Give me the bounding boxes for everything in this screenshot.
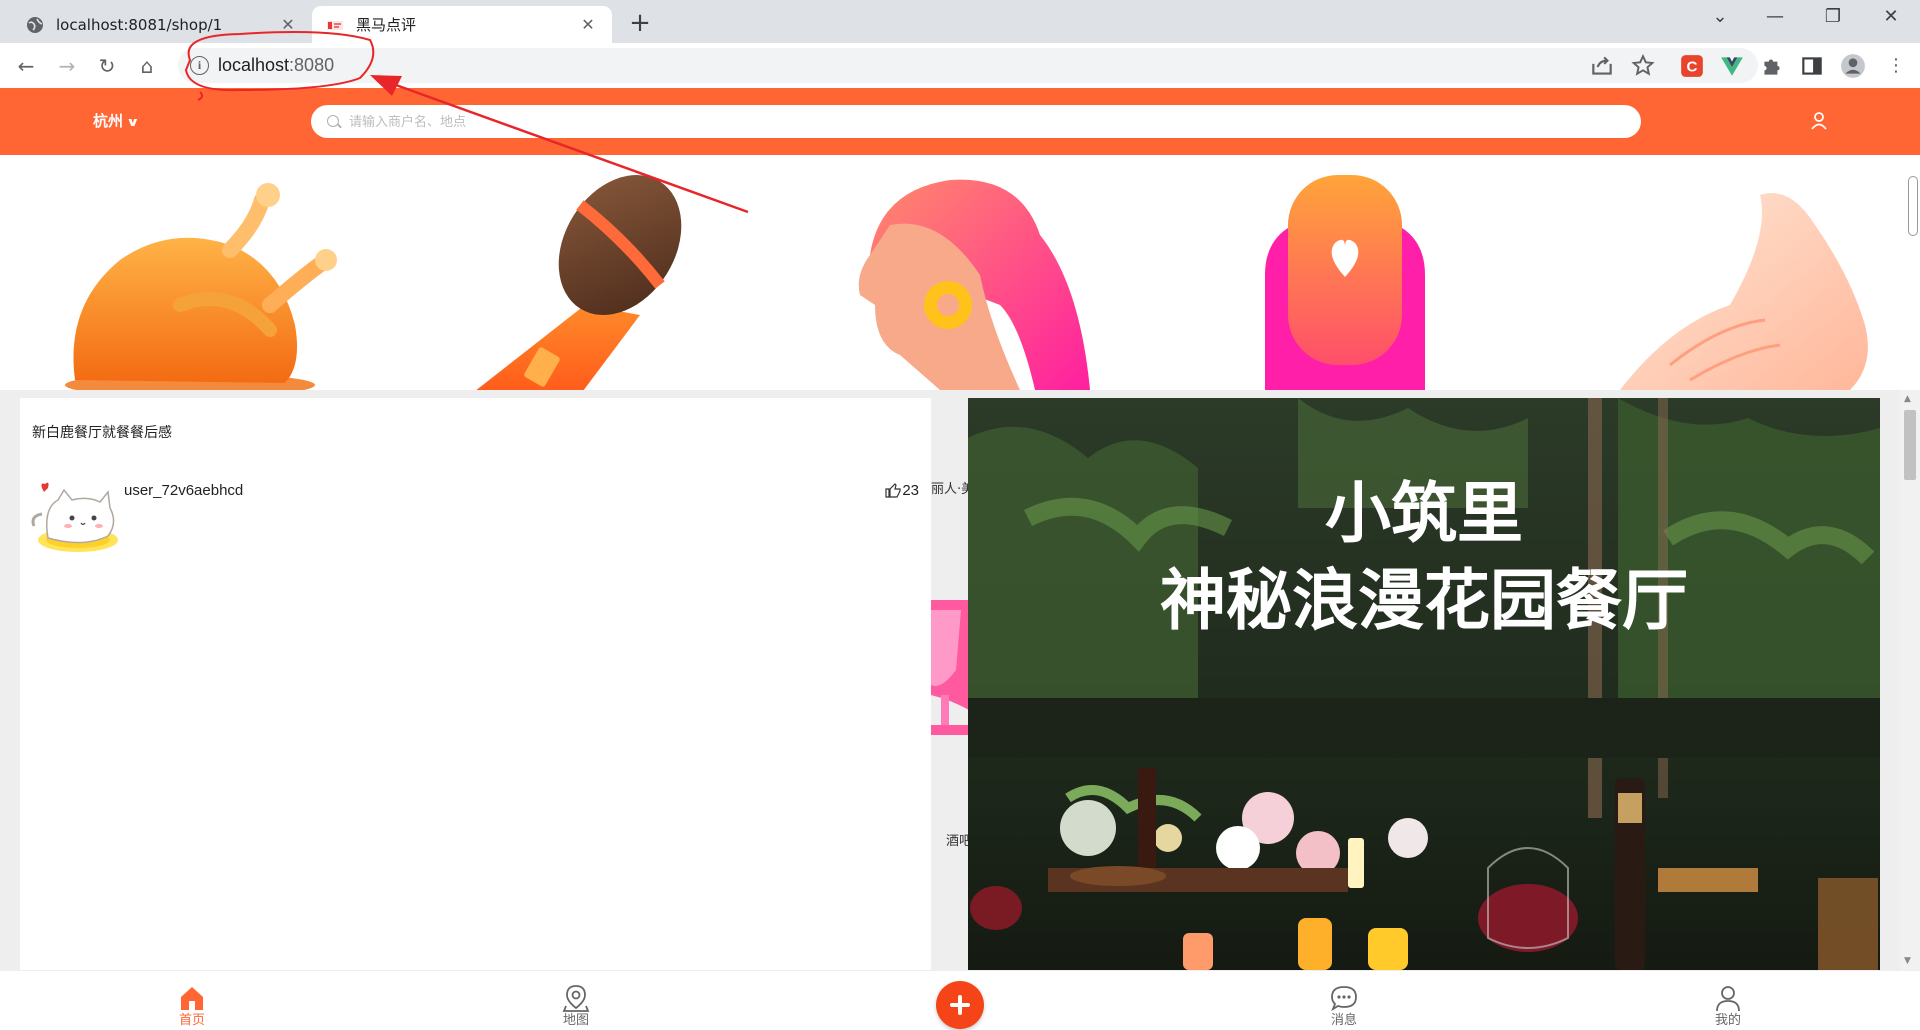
profile-icon[interactable] <box>1840 53 1866 79</box>
blog-cover-image[interactable]: 小筑里 神秘浪漫花园餐厅 <box>968 398 1880 970</box>
blog-list: 新白鹿餐厅就餐餐后感 user_72v6aebhcd 23 丽人·美 酒吧 小筑… <box>0 390 1920 970</box>
browser-tab-shop[interactable]: localhost:8081/shop/1 ✕ <box>12 6 312 43</box>
cat-avatar[interactable] <box>28 478 124 558</box>
user-icon <box>1716 986 1740 1012</box>
scroll-down-icon[interactable]: ▼ <box>1904 956 1911 966</box>
image-caption-line2: 神秘浪漫花园餐厅 <box>1160 562 1688 639</box>
browser-tab-strip: localhost:8081/shop/1 ✕ 黑马点评 ✕ + ⌄ — ❐ ✕ <box>0 0 1920 43</box>
url-port: :8080 <box>289 55 335 75</box>
home-icon <box>181 987 203 1010</box>
tab-home-label: 首页 <box>178 1013 205 1028</box>
outer-scrollbar-thumb[interactable] <box>1908 176 1918 236</box>
user-icon[interactable] <box>1808 110 1830 132</box>
address-bar[interactable]: i localhost:8080 <box>178 48 1758 83</box>
search-box[interactable] <box>311 105 1641 138</box>
inner-scrollbar[interactable]: ▲ ▼ <box>1900 390 1920 970</box>
side-panel-icon[interactable] <box>1799 53 1825 79</box>
app-page: 杭州 ∨ 请输入商户名、地点 新白鹿餐厅就餐餐后感 user_72v6aebhc… <box>0 88 1920 1030</box>
cocktail-icon <box>931 600 969 735</box>
tab-search-icon[interactable]: ⌄ <box>1700 6 1740 27</box>
minimize-button[interactable]: — <box>1755 6 1795 27</box>
blog-title: 新白鹿餐厅就餐餐后感 <box>32 425 172 441</box>
close-icon[interactable]: ✕ <box>578 15 598 34</box>
close-window-button[interactable]: ✕ <box>1871 6 1911 27</box>
chevron-down-icon: ∨ <box>126 115 140 129</box>
garden-restaurant-photo: 小筑里 神秘浪漫花园餐厅 <box>968 398 1880 970</box>
url-host: localhost <box>218 55 290 75</box>
woman-hair-icon[interactable] <box>840 155 1100 390</box>
message-icon <box>1331 986 1357 1012</box>
close-icon[interactable]: ✕ <box>278 15 298 34</box>
tab-title: 黑马点评 <box>356 16 417 34</box>
new-tab-button[interactable]: + <box>624 8 656 38</box>
add-blog-button[interactable] <box>936 981 984 1029</box>
home-icon[interactable]: ⌂ <box>133 52 161 80</box>
like-count: 23 <box>902 481 919 499</box>
browser-toolbar: ← → ↻ ⌂ i localhost:8080 C ⋮ <box>0 43 1920 88</box>
restore-button[interactable]: ❐ <box>1813 6 1853 27</box>
tab-messages[interactable]: 消息 <box>1304 971 1384 1030</box>
svg-text:C: C <box>1687 58 1698 75</box>
bookmark-star-icon[interactable] <box>1630 53 1656 79</box>
nail-heart-icon[interactable] <box>1260 155 1430 390</box>
like-button[interactable]: 23 <box>884 481 919 499</box>
share-icon[interactable] <box>1589 53 1615 79</box>
search-icon <box>327 115 339 127</box>
image-caption-line1: 小筑里 <box>1325 475 1523 552</box>
bottom-nav: 首页 地图 消息 我的 <box>0 970 1920 1030</box>
microphone-icon[interactable] <box>460 155 700 390</box>
scrollbar-thumb[interactable] <box>1904 410 1916 480</box>
extension-c-icon[interactable]: C <box>1679 53 1705 79</box>
roast-chicken-icon[interactable] <box>30 155 350 390</box>
tab-title: localhost:8081/shop/1 <box>56 15 223 34</box>
category-row <box>0 155 1920 390</box>
app-header: 杭州 ∨ <box>0 88 1920 155</box>
tab-map[interactable]: 地图 <box>536 971 616 1030</box>
puzzle-icon[interactable] <box>1759 53 1785 79</box>
thumbs-up-icon <box>885 483 901 498</box>
address-url: localhost:8080 <box>218 55 334 76</box>
reload-icon[interactable]: ↻ <box>93 52 121 80</box>
tab-map-label: 地图 <box>562 1013 589 1028</box>
forward-icon[interactable]: → <box>53 52 81 80</box>
map-pin-icon <box>562 985 590 1012</box>
city-selector[interactable]: 杭州 ∨ <box>93 110 140 131</box>
dianping-favicon-icon <box>327 20 343 30</box>
scroll-up-icon[interactable]: ▲ <box>1904 394 1911 404</box>
vue-devtools-icon[interactable] <box>1719 53 1745 79</box>
tab-messages-label: 消息 <box>1330 1013 1357 1028</box>
city-label: 杭州 <box>93 112 124 130</box>
blog-username[interactable]: user_72v6aebhcd <box>124 482 243 499</box>
search-input[interactable] <box>349 111 1619 133</box>
tab-mine[interactable]: 我的 <box>1688 971 1768 1030</box>
back-icon[interactable]: ← <box>12 52 40 80</box>
tab-mine-label: 我的 <box>1714 1013 1741 1028</box>
browser-tab-active[interactable]: 黑马点评 ✕ <box>312 6 612 43</box>
globe-icon <box>27 16 43 33</box>
blog-card[interactable]: 新白鹿餐厅就餐餐后感 user_72v6aebhcd 23 <box>20 398 931 970</box>
info-icon[interactable]: i <box>190 56 209 75</box>
menu-icon[interactable]: ⋮ <box>1882 52 1910 80</box>
tab-home[interactable]: 首页 <box>152 971 232 1030</box>
hand-massage-icon[interactable] <box>1600 155 1880 390</box>
